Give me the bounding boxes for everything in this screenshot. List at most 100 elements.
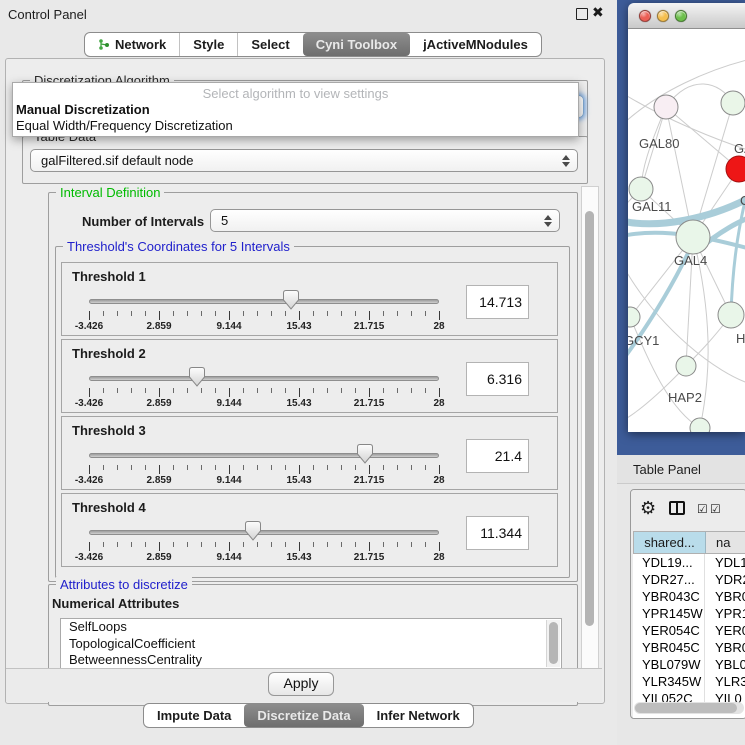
threshold-value-field[interactable]: 21.4 [466, 439, 529, 473]
table-row[interactable]: YER054CYER0 [633, 622, 745, 639]
gear-icon[interactable]: ⚙ [640, 498, 656, 518]
tick-mark [187, 311, 188, 316]
cell-shared-name[interactable]: YBR045C [633, 639, 705, 656]
scrollbar-thumb[interactable] [585, 211, 594, 626]
slider-handle[interactable] [245, 521, 261, 541]
network-view[interactable]: GAL80GACGAL11GAL4GCY1HHAP2 [628, 29, 745, 432]
cell-name[interactable]: YDR2 [705, 571, 745, 588]
column-header-shared-name[interactable]: shared... [634, 532, 706, 553]
tick-mark [355, 388, 356, 393]
attribute-list-scrollbar[interactable] [546, 620, 560, 667]
threshold-slider[interactable]: -3.4262.8599.14415.4321.71528 [89, 441, 439, 489]
tick-mark [341, 465, 342, 470]
attribute-item-betweennesscentrality[interactable]: BetweennessCentrality [61, 652, 561, 669]
dropdown-option-equal-width-frequency-discretization[interactable]: Equal Width/Frequency Discretization [13, 118, 578, 134]
table-row[interactable]: YPR145WYPR1 [633, 605, 745, 622]
table-row[interactable]: YDL19...YDL1 [633, 554, 745, 571]
threshold-slider[interactable]: -3.4262.8599.14415.4321.71528 [89, 287, 439, 335]
tick-mark [425, 388, 426, 393]
network-node[interactable] [628, 307, 640, 327]
cell-name[interactable]: YPR1 [705, 605, 745, 622]
network-window-titlebar[interactable] [628, 3, 745, 29]
threshold-value-field[interactable]: 11.344 [466, 516, 529, 550]
apply-button[interactable]: Apply [268, 672, 334, 696]
cell-name[interactable]: YBR0 [705, 588, 745, 605]
top-tab-bar: NetworkStyleSelectCyni ToolboxjActiveMNo… [84, 32, 542, 57]
cell-shared-name[interactable]: YBR043C [633, 588, 705, 605]
dropdown-option-manual-discretization[interactable]: Manual Discretization [13, 102, 578, 118]
network-node[interactable] [690, 418, 710, 432]
network-canvas[interactable]: GAL80GACGAL11GAL4GCY1HHAP2 [628, 29, 745, 432]
number-of-intervals-select[interactable]: 5 [210, 209, 560, 232]
checkbox-icon[interactable]: ☑ [710, 502, 721, 516]
table-row[interactable]: YLR345WYLR3 [633, 673, 745, 690]
cell-name[interactable]: YER0 [705, 622, 745, 639]
column-header-name[interactable]: na [706, 532, 745, 553]
tick-mark [173, 311, 174, 316]
network-node[interactable] [629, 177, 653, 201]
cell-shared-name[interactable]: YBL079W [633, 656, 705, 673]
cell-name[interactable]: YLR3 [705, 673, 745, 690]
tab-style[interactable]: Style [179, 33, 237, 56]
columns-icon[interactable] [669, 501, 685, 515]
settings-scrollbar[interactable] [581, 186, 599, 670]
zoom-traffic-icon[interactable] [675, 10, 687, 22]
tab-infer-network[interactable]: Infer Network [364, 704, 473, 727]
tick-mark [131, 465, 132, 470]
tab-discretize-data[interactable]: Discretize Data [244, 704, 363, 727]
tick-mark [383, 542, 384, 547]
attribute-item-selfloops[interactable]: SelfLoops [61, 619, 561, 636]
table-row[interactable]: YDR27...YDR2 [633, 571, 745, 588]
tick-mark [215, 465, 216, 470]
numerical-attributes-list[interactable]: SelfLoopsTopologicalCoefficientBetweenne… [60, 618, 562, 669]
slider-track [89, 530, 439, 535]
tick-label: 15.43 [286, 475, 311, 486]
cell-shared-name[interactable]: YPR145W [633, 605, 705, 622]
network-view-window[interactable]: GAL80GACGAL11GAL4GCY1HHAP2 [628, 3, 745, 432]
tab-impute-data[interactable]: Impute Data [144, 704, 244, 727]
cell-shared-name[interactable]: YER054C [633, 622, 705, 639]
tick-mark [103, 311, 104, 316]
slider-handle[interactable] [283, 290, 299, 310]
slider-handle[interactable] [189, 367, 205, 387]
table-data-select[interactable]: galFiltered.sif default node [30, 149, 578, 172]
tick-mark [229, 388, 230, 397]
tick-mark [383, 311, 384, 316]
checkbox-icon[interactable]: ☑ [697, 502, 708, 516]
close-traffic-icon[interactable] [639, 10, 651, 22]
table-toolbar: ⚙ ☑ ☑ [631, 490, 745, 531]
tick-mark [411, 388, 412, 393]
table-row[interactable]: YBR043CYBR0 [633, 588, 745, 605]
minimize-traffic-icon[interactable] [657, 10, 669, 22]
network-node[interactable] [676, 356, 696, 376]
tab-select[interactable]: Select [237, 33, 302, 56]
network-node[interactable] [718, 302, 744, 328]
cell-name[interactable]: YBR0 [705, 639, 745, 656]
scrollbar-thumb[interactable] [635, 703, 737, 713]
network-node[interactable] [721, 91, 745, 115]
table-row[interactable]: YBL079WYBL0 [633, 656, 745, 673]
network-node[interactable] [654, 95, 678, 119]
close-icon[interactable]: ✖ [592, 4, 604, 21]
tab-network[interactable]: Network [85, 33, 179, 56]
float-window-icon[interactable] [576, 8, 588, 20]
cell-shared-name[interactable]: YDR27... [633, 571, 705, 588]
threshold-slider[interactable]: -3.4262.8599.14415.4321.71528 [89, 364, 439, 412]
threshold-slider[interactable]: -3.4262.8599.14415.4321.71528 [89, 518, 439, 566]
tab-cyni-toolbox[interactable]: Cyni Toolbox [303, 33, 410, 56]
tick-label: 9.144 [216, 552, 241, 563]
tab-jactivemnodules[interactable]: jActiveMNodules [410, 33, 541, 56]
cell-name[interactable]: YDL1 [705, 554, 745, 571]
tick-mark [439, 465, 440, 474]
scrollbar-thumb[interactable] [549, 622, 558, 664]
threshold-value-field[interactable]: 14.713 [466, 285, 529, 319]
network-node[interactable] [676, 220, 710, 254]
threshold-value-field[interactable]: 6.316 [466, 362, 529, 396]
attribute-item-topologicalcoefficient[interactable]: TopologicalCoefficient [61, 636, 561, 653]
cell-name[interactable]: YBL0 [705, 656, 745, 673]
table-row[interactable]: YBR045CYBR0 [633, 639, 745, 656]
cell-shared-name[interactable]: YLR345W [633, 673, 705, 690]
slider-handle[interactable] [357, 444, 373, 464]
horizontal-scrollbar[interactable] [634, 702, 744, 714]
cell-shared-name[interactable]: YDL19... [633, 554, 705, 571]
